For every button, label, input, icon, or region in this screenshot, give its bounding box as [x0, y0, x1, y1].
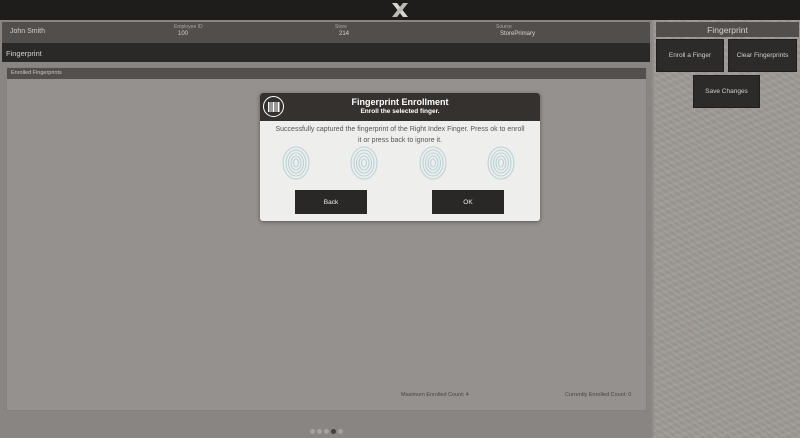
- top-bar: [0, 0, 800, 20]
- fingerprint-icon: [487, 146, 515, 180]
- dialog-title: Fingerprint Enrollment: [351, 97, 449, 107]
- back-button[interactable]: Back: [295, 190, 367, 214]
- modal-overlay: [0, 20, 800, 438]
- fingerprint-icon: [419, 146, 447, 180]
- dialog-message: Successfully captured the fingerprint of…: [275, 126, 525, 144]
- barcode-icon: [263, 96, 284, 117]
- x-logo-icon: [392, 3, 408, 17]
- fingerprint-enrollment-dialog: Fingerprint Enrollment Enroll the select…: [260, 93, 540, 221]
- fingerprint-icon: [350, 146, 378, 180]
- ok-button[interactable]: OK: [432, 190, 504, 214]
- dialog-header: Fingerprint Enrollment Enroll the select…: [260, 93, 540, 121]
- fingerprint-icon: [282, 146, 310, 180]
- dialog-subtitle: Enroll the selected finger.: [360, 108, 440, 115]
